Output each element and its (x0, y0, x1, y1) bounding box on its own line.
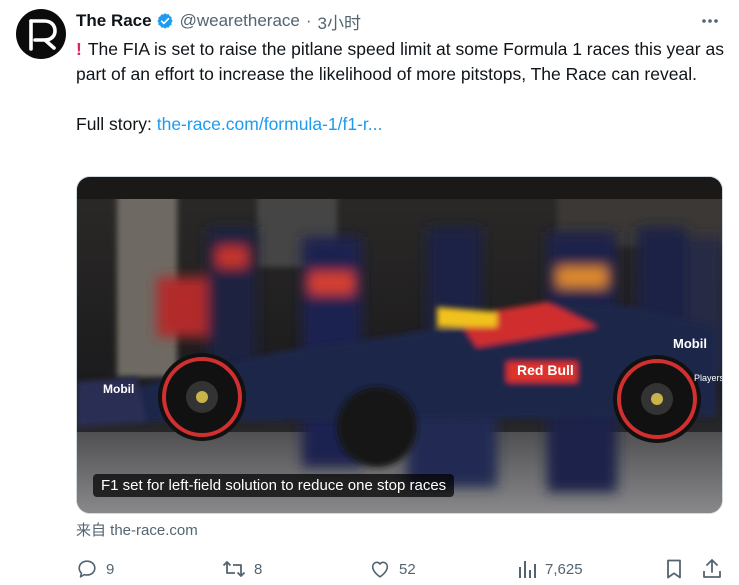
repost-icon (222, 561, 246, 577)
link-card-image[interactable]: Mobil Red Bull Mobil Players F1 set for … (76, 176, 723, 514)
like-icon (371, 561, 389, 578)
verified-badge-icon (156, 12, 174, 30)
tweet-text: ! The FIA is set to raise the pitlane spe… (76, 37, 726, 137)
views-icon (519, 561, 536, 578)
author-handle[interactable]: @wearetherace (180, 11, 300, 31)
more-icon[interactable] (699, 10, 721, 32)
sponsor-text: Players (694, 373, 723, 383)
card-caption: F1 set for left-field solution to reduce… (93, 474, 455, 497)
repost-count: 8 (254, 560, 263, 578)
bookmark-icon (667, 559, 681, 579)
sponsor-text: Mobil (103, 382, 134, 396)
avatar[interactable] (16, 9, 66, 59)
reply-button[interactable]: 9 (76, 556, 114, 582)
views-count: 7,625 (545, 560, 583, 578)
the-race-logo-icon (29, 19, 57, 51)
card-source[interactable]: 来自 the-race.com (76, 519, 198, 540)
tweet-body: The FIA is set to raise the pitlane spee… (76, 39, 724, 84)
story-link[interactable]: the-race.com/formula-1/f1-r... (157, 114, 383, 134)
author-name[interactable]: The Race (76, 11, 152, 31)
separator-dot: · (305, 11, 312, 30)
exclamation-icon: ! (76, 39, 82, 59)
views-button[interactable]: 7,625 (517, 556, 583, 582)
share-button[interactable] (701, 556, 723, 582)
post-time[interactable]: 3小时 (318, 9, 361, 34)
sponsor-text: Mobil (673, 336, 707, 351)
link-prefix: Full story: (76, 114, 157, 134)
reply-icon (78, 560, 96, 578)
action-bar: 9 8 52 7,625 (76, 556, 726, 582)
repost-button[interactable]: 8 (222, 556, 262, 582)
reply-count: 9 (106, 560, 115, 578)
tweet-header: The Race @wearetherace · 3小时 (76, 9, 361, 34)
like-button[interactable]: 52 (369, 556, 416, 582)
bookmark-button[interactable] (664, 556, 684, 582)
sponsor-text: Red Bull (517, 362, 574, 378)
like-count: 52 (399, 560, 416, 578)
share-icon (703, 559, 721, 578)
pitstop-photo: Mobil Red Bull Mobil Players (77, 177, 723, 513)
